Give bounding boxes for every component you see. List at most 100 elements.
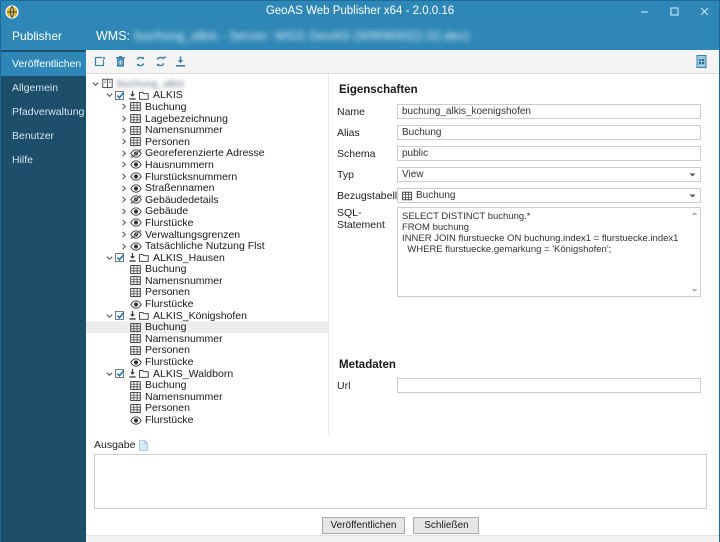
tree-item[interactable]: Personen — [86, 344, 328, 356]
tree-item-label: Buchung — [145, 263, 187, 276]
sql-scrollbar[interactable] — [690, 209, 699, 295]
tree-item[interactable]: Buchung — [86, 263, 328, 276]
chevron-down-icon[interactable] — [90, 81, 101, 87]
tree-item-checkbox[interactable] — [115, 311, 125, 321]
output-textarea[interactable] — [94, 454, 707, 509]
main-area: Publisher Veröffentlichen Allgemein Pfad… — [1, 22, 719, 542]
tree-item[interactable]: Hausnummern — [86, 159, 328, 171]
document-icon[interactable] — [139, 439, 149, 451]
sidebar-item-pfadverwaltung[interactable]: Pfadverwaltung — [1, 100, 86, 124]
close-dialog-button[interactable]: Schließen — [413, 517, 480, 534]
tree-item-label: Gebäude — [145, 205, 189, 218]
url-input[interactable] — [397, 378, 701, 393]
maximize-button[interactable] — [659, 1, 689, 22]
url-label: Url — [337, 379, 351, 392]
tree-item[interactable]: Namensnummer — [86, 124, 328, 136]
new-icon[interactable] — [92, 53, 109, 71]
chevron-down-icon[interactable] — [104, 313, 115, 319]
chevron-right-icon[interactable] — [118, 127, 129, 134]
tree-item[interactable]: Straßennamen — [86, 182, 328, 194]
globe-icon — [1, 1, 23, 22]
tree-item[interactable]: Namensnummer — [86, 275, 328, 287]
schema-input[interactable]: public — [397, 146, 701, 161]
close-button[interactable] — [689, 1, 719, 22]
tree-item[interactable]: ALKIS_Waldborn — [86, 368, 328, 380]
tree-item[interactable]: Personen — [86, 136, 328, 148]
chevron-right-icon[interactable] — [118, 196, 129, 203]
work-area: buchung_alkis ALKIS Buchung Lagebezeichnung… — [86, 74, 719, 435]
output-label-row: Ausgabe — [94, 439, 707, 451]
chevron-right-icon[interactable] — [118, 138, 129, 145]
tree-item[interactable]: Namensnummer — [86, 333, 328, 345]
tree-item[interactable]: Personen — [86, 286, 328, 298]
refresh-all-icon[interactable] — [152, 53, 169, 71]
chevron-right-icon[interactable] — [118, 219, 129, 226]
sql-statement-textarea[interactable]: SELECT DISTINCT buchung.* FROM buchung I… — [397, 207, 701, 297]
tree-item[interactable]: Flurstücke — [86, 414, 328, 426]
layer-tree[interactable]: buchung_alkis ALKIS Buchung Lagebezeichnung… — [86, 74, 329, 435]
table-icon — [129, 264, 142, 275]
chevron-right-icon[interactable] — [118, 150, 129, 157]
tree-item[interactable]: Flurstücke — [86, 217, 328, 229]
output-label: Ausgabe — [94, 439, 136, 451]
tree-item-label: ALKIS — [153, 89, 183, 102]
chevron-right-icon[interactable] — [118, 115, 129, 122]
sql-label: SQL-Statement — [337, 207, 385, 231]
refresh-icon[interactable] — [132, 53, 149, 71]
tree-item-checkbox[interactable] — [115, 90, 125, 100]
chevron-down-icon[interactable] — [104, 255, 115, 261]
chevron-right-icon[interactable] — [118, 231, 129, 238]
tree-item[interactable]: ALKIS_Königshofen — [86, 310, 328, 322]
tree-item-checkbox[interactable] — [115, 253, 125, 263]
tree-item[interactable]: Personen — [86, 402, 328, 414]
scroll-down-icon[interactable] — [690, 286, 699, 295]
sidebar-item-allgemein[interactable]: Allgemein — [1, 76, 86, 100]
chevron-down-icon[interactable] — [104, 371, 115, 377]
tree-item-selected[interactable]: Buchung — [86, 321, 328, 333]
tree-item[interactable]: Buchung — [86, 101, 328, 113]
tree-item[interactable]: Tatsächliche Nutzung Flst — [86, 240, 328, 252]
tree-item[interactable]: Verwaltungsgrenzen — [86, 229, 328, 241]
tree-item[interactable]: buchung_alkis — [86, 78, 328, 90]
import-icon[interactable] — [172, 53, 189, 71]
chevron-down-icon[interactable] — [104, 92, 115, 98]
delete-icon[interactable] — [112, 53, 129, 71]
tree-item-label: Georeferenzierte Adresse — [145, 147, 265, 160]
tree-item[interactable]: ALKIS_Hausen — [86, 252, 328, 264]
tree-item[interactable]: Lagebezeichnung — [86, 113, 328, 125]
chevron-right-icon[interactable] — [118, 185, 129, 192]
chevron-right-icon[interactable] — [118, 103, 129, 111]
tree-item[interactable]: Gebäude — [86, 205, 328, 218]
tree-item-label: Buchung — [145, 100, 187, 113]
sidebar-item-label: Veröffentlichen — [12, 58, 82, 70]
tree-item-label: buchung_alkis — [117, 77, 185, 90]
sidebar-item-benutzer[interactable]: Benutzer — [1, 124, 86, 148]
publish-button[interactable]: Veröffentlichen — [321, 517, 406, 534]
tree-item[interactable]: ALKIS — [86, 89, 328, 102]
tree-item[interactable]: Georeferenzierte Adresse — [86, 147, 328, 160]
tree-item[interactable]: Buchung — [86, 379, 328, 391]
tree-item[interactable]: Flurstücksnummern — [86, 171, 328, 183]
chevron-right-icon[interactable] — [118, 208, 129, 215]
tree-item[interactable]: Namensnummer — [86, 391, 328, 403]
sidebar-item-hilfe[interactable]: Hilfe — [1, 148, 86, 172]
table-icon — [129, 333, 142, 344]
tree-item[interactable]: Flurstücke — [86, 298, 328, 310]
bezugstabelle-select[interactable]: Buchung — [397, 188, 701, 203]
chevron-right-icon[interactable] — [118, 243, 129, 250]
alias-input[interactable]: Buchung — [397, 125, 701, 140]
chevron-right-icon[interactable] — [118, 161, 129, 169]
chevron-right-icon[interactable] — [118, 173, 129, 180]
copy-document-icon[interactable] — [693, 53, 710, 71]
sidebar-item-label: Hilfe — [12, 154, 34, 166]
name-input[interactable]: buchung_alkis_koenigshofen — [397, 104, 701, 119]
sidebar-item-veroeffentlichen[interactable]: Veröffentlichen — [1, 52, 86, 76]
minimize-button[interactable] — [629, 1, 659, 22]
tree-item[interactable]: Gebäudedetails — [86, 194, 328, 206]
typ-select[interactable]: View — [397, 167, 701, 182]
scroll-up-icon[interactable] — [690, 209, 699, 218]
eye-icon — [129, 415, 142, 426]
tree-item[interactable]: Flurstücke — [86, 356, 328, 368]
tree-item-checkbox[interactable] — [115, 369, 125, 379]
table-icon — [129, 345, 142, 356]
